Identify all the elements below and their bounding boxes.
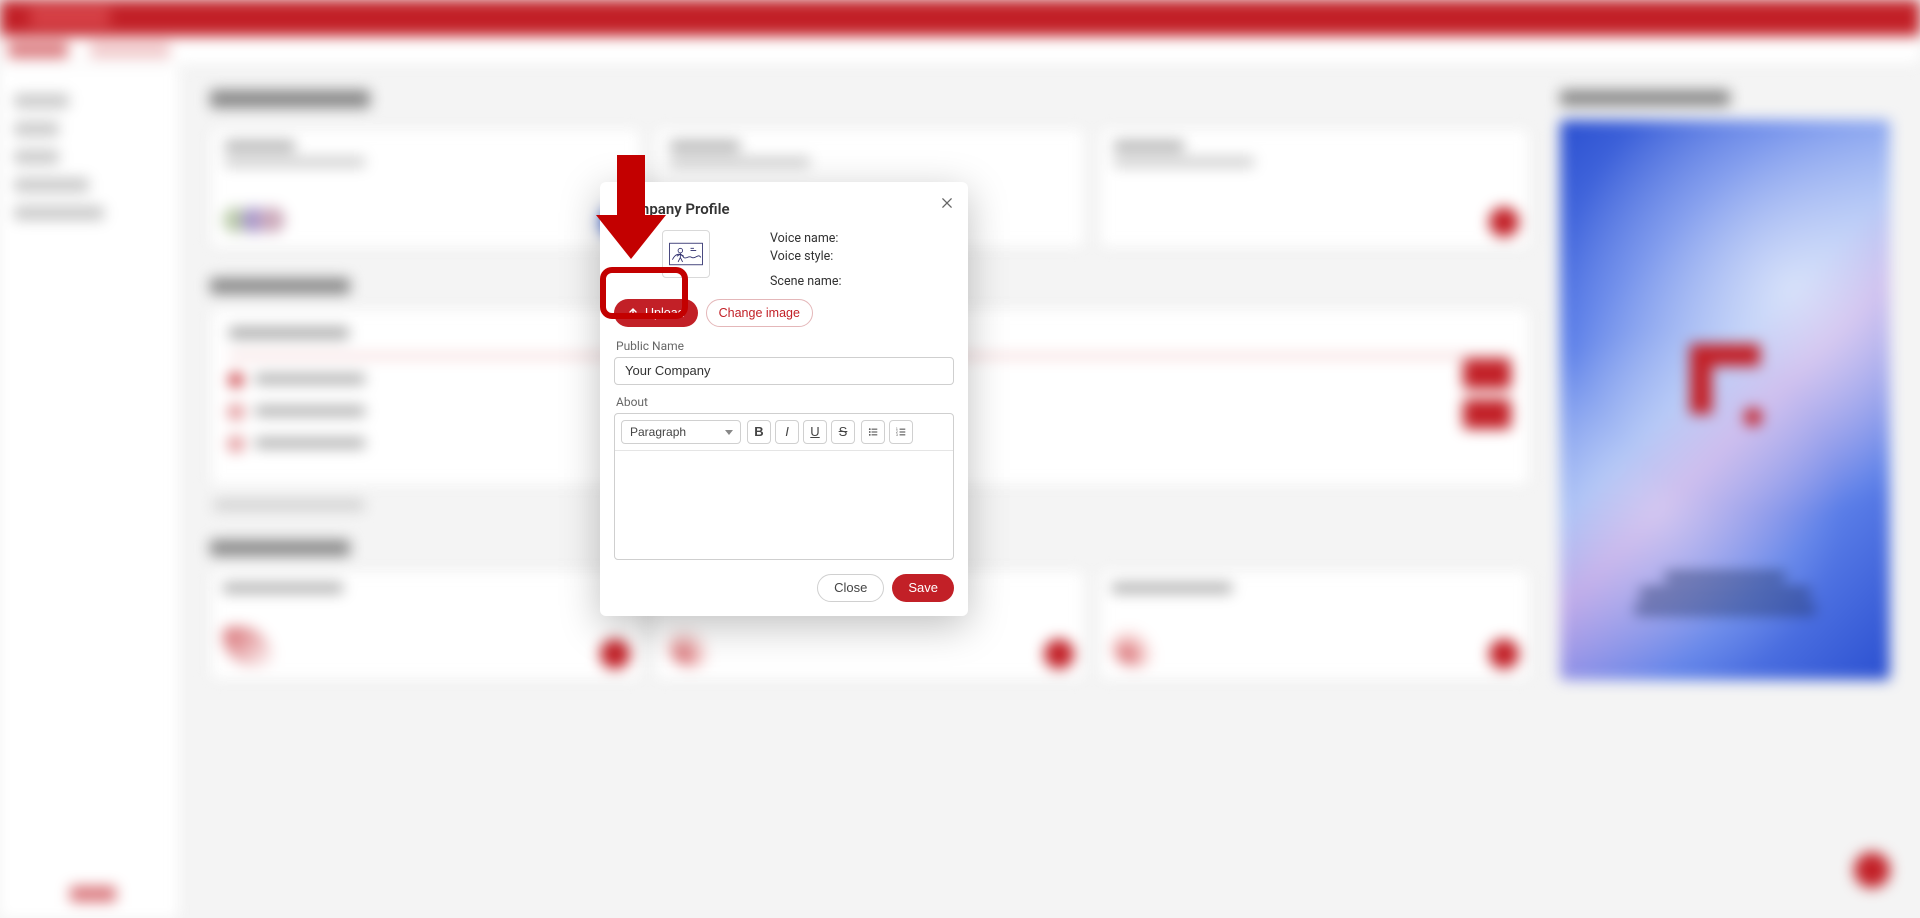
upload-icon: [627, 307, 639, 319]
modal-overlay: Company Profile Voice name: Voice style:…: [0, 0, 1920, 918]
change-image-button[interactable]: Change image: [706, 299, 813, 327]
about-label: About: [616, 395, 954, 409]
close-icon: [942, 197, 952, 209]
save-button[interactable]: Save: [892, 574, 954, 602]
upload-button-label: Upload: [645, 306, 685, 320]
company-image-icon: [669, 241, 703, 267]
voice-name-label: Voice name:: [770, 230, 842, 248]
scene-name-label: Scene name:: [770, 273, 842, 291]
bullet-list-icon: [868, 425, 878, 439]
bold-icon: B: [754, 424, 763, 439]
about-textarea[interactable]: [615, 451, 953, 559]
bullet-list-button[interactable]: [861, 420, 885, 444]
numbered-list-button[interactable]: 123: [889, 420, 913, 444]
modal-close-button[interactable]: [936, 192, 958, 214]
italic-button[interactable]: I: [775, 420, 799, 444]
strike-icon: S: [839, 424, 848, 439]
bold-button[interactable]: B: [747, 420, 771, 444]
svg-text:3: 3: [896, 432, 898, 436]
underline-icon: U: [810, 424, 819, 439]
italic-icon: I: [785, 424, 789, 439]
about-editor: Paragraph B I U S 123: [614, 413, 954, 560]
voice-style-label: Voice style:: [770, 248, 842, 266]
numbered-list-icon: 123: [896, 425, 906, 439]
profile-meta: Voice name: Voice style: Scene name:: [770, 230, 842, 291]
close-button[interactable]: Close: [817, 574, 884, 602]
upload-button[interactable]: Upload: [614, 299, 698, 327]
company-image-thumb: [662, 230, 710, 278]
public-name-input[interactable]: [614, 357, 954, 385]
strike-button[interactable]: S: [831, 420, 855, 444]
change-image-button-label: Change image: [719, 306, 800, 320]
public-name-label: Public Name: [616, 339, 954, 353]
underline-button[interactable]: U: [803, 420, 827, 444]
annotation-arrow: [596, 155, 666, 263]
format-select[interactable]: Paragraph: [621, 420, 741, 444]
editor-toolbar: Paragraph B I U S 123: [615, 414, 953, 451]
